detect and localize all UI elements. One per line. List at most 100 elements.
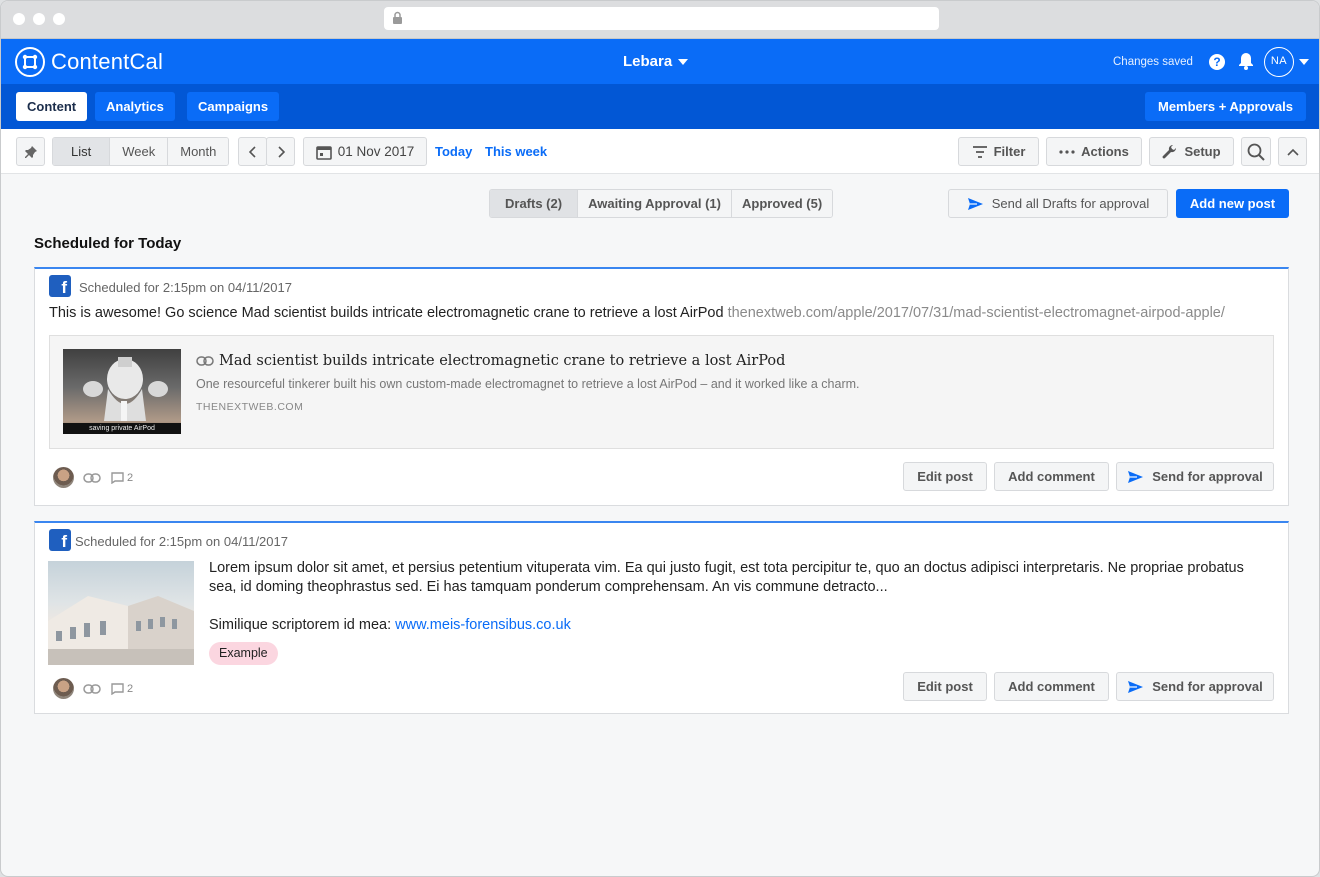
app-header: ContentCal Lebara Changes saved ? NA	[1, 39, 1319, 84]
bell-icon[interactable]	[1238, 52, 1254, 70]
members-approvals-button[interactable]: Members + Approvals	[1145, 92, 1306, 121]
edit-post-button[interactable]: Edit post	[903, 672, 987, 701]
browser-window: ContentCal Lebara Changes saved ? NA Con…	[0, 0, 1320, 877]
date-label: 01 Nov 2017	[337, 144, 415, 159]
comment-count: 2	[127, 472, 134, 484]
status-filter-tabs: Drafts (2) Awaiting Approval (1) Approve…	[489, 189, 834, 218]
save-status: Changes saved	[1113, 56, 1193, 68]
facebook-icon: f	[49, 275, 71, 297]
more-horizontal-icon	[1059, 149, 1075, 154]
view-month[interactable]: Month	[168, 138, 229, 165]
link-preview[interactable]: saving private AirPod Mad scientist buil…	[49, 335, 1274, 449]
window-close-dot[interactable]	[13, 13, 25, 25]
preview-title[interactable]: Mad scientist builds intricate electroma…	[196, 353, 785, 369]
author-avatar[interactable]	[53, 678, 74, 699]
calendar-toolbar: List Week Month 01 Nov 2017 Today This w…	[1, 129, 1319, 174]
setup-button[interactable]: Setup	[1149, 137, 1234, 166]
preview-image-caption: saving private AirPod	[63, 423, 181, 434]
tab-campaigns[interactable]: Campaigns	[187, 92, 280, 121]
send-all-drafts-button[interactable]: Send all Drafts for approval	[948, 189, 1168, 218]
collapse-button[interactable]	[1278, 137, 1307, 166]
chevron-left-icon	[248, 145, 256, 158]
link-icon[interactable]	[83, 473, 101, 483]
address-bar[interactable]	[384, 7, 939, 30]
view-week[interactable]: Week	[110, 138, 169, 165]
comment-icon[interactable]	[111, 472, 124, 484]
tab-content[interactable]: Content	[16, 92, 88, 121]
browser-chrome	[1, 1, 1319, 39]
post-image	[48, 561, 194, 665]
post-text: Lorem ipsum dolor sit amet, et persius p…	[209, 560, 1244, 595]
org-selector[interactable]: Lebara	[623, 53, 689, 70]
add-comment-button[interactable]: Add comment	[994, 672, 1109, 701]
this-week-link[interactable]: This week	[485, 144, 547, 159]
post-url[interactable]: thenextweb.com/apple/2017/07/31/mad-scie…	[728, 305, 1225, 321]
actions-button[interactable]: Actions	[1046, 137, 1142, 166]
preview-domain: THENEXTWEB.COM	[196, 401, 304, 413]
view-switcher: List Week Month	[52, 137, 230, 166]
wrench-icon	[1163, 144, 1177, 158]
lock-icon	[393, 11, 402, 24]
preview-title-text: Mad scientist builds intricate electroma…	[219, 353, 786, 369]
preview-image: saving private AirPod	[63, 349, 181, 434]
pin-icon	[24, 145, 37, 158]
link-icon[interactable]	[83, 684, 101, 694]
pin-button[interactable]	[16, 137, 45, 166]
campaign-tag[interactable]: Example	[209, 642, 278, 665]
post-text-link-line: Similique scriptorem id mea: www.meis-fo…	[209, 616, 571, 635]
main-nav: Content Analytics Campaigns Members + Ap…	[1, 84, 1319, 129]
window-maximize-dot[interactable]	[53, 13, 65, 25]
calendar-icon	[315, 145, 332, 160]
send-all-label: Send all Drafts for approval	[991, 196, 1150, 211]
tab-drafts[interactable]: Drafts (2)	[490, 190, 579, 217]
post-card[interactable]: f Scheduled for 2:15pm on 04/11/2017 Lor…	[34, 521, 1289, 714]
user-avatar[interactable]: NA	[1264, 47, 1294, 77]
add-comment-button[interactable]: Add comment	[994, 462, 1109, 491]
actions-label: Actions	[1081, 144, 1129, 159]
comment-icon[interactable]	[111, 683, 124, 695]
search-button[interactable]	[1241, 137, 1271, 166]
send-icon	[1128, 470, 1144, 483]
post-text-prefix: Similique scriptorem id mea:	[209, 617, 396, 633]
add-new-post-button[interactable]: Add new post	[1176, 189, 1289, 218]
view-list[interactable]: List	[53, 138, 111, 165]
post-text-content: This is awesome! Go science Mad scientis…	[49, 305, 728, 321]
send-icon	[1128, 680, 1144, 693]
user-menu-chevron-icon[interactable]	[1299, 59, 1309, 65]
author-avatar[interactable]	[53, 467, 74, 488]
app-name: ContentCal	[51, 49, 164, 74]
today-link[interactable]: Today	[435, 144, 472, 159]
date-picker[interactable]: 01 Nov 2017	[303, 137, 427, 166]
post-link[interactable]: www.meis-forensibus.co.uk	[395, 617, 571, 633]
setup-label: Setup	[1184, 144, 1221, 159]
window-minimize-dot[interactable]	[33, 13, 45, 25]
app-logo[interactable]: ContentCal	[15, 47, 163, 77]
main-content: Drafts (2) Awaiting Approval (1) Approve…	[1, 174, 1319, 876]
next-button[interactable]	[266, 137, 295, 166]
edit-post-button[interactable]: Edit post	[903, 462, 987, 491]
comment-count: 2	[127, 683, 134, 695]
tab-awaiting-approval[interactable]: Awaiting Approval (1)	[578, 190, 732, 217]
section-title: Scheduled for Today	[34, 235, 182, 252]
prev-button[interactable]	[238, 137, 267, 166]
org-name: Lebara	[623, 53, 673, 70]
filter-icon	[972, 145, 987, 158]
tab-approved[interactable]: Approved (5)	[731, 190, 833, 217]
chevron-down-icon	[678, 58, 689, 65]
send-for-approval-label: Send for approval	[1152, 469, 1263, 484]
post-card[interactable]: f Scheduled for 2:15pm on 04/11/2017 Thi…	[34, 267, 1289, 506]
help-icon[interactable]: ?	[1209, 54, 1225, 70]
send-for-approval-button[interactable]: Send for approval	[1116, 672, 1274, 701]
tab-analytics[interactable]: Analytics	[95, 92, 175, 121]
filter-label: Filter	[993, 144, 1026, 159]
facebook-icon: f	[49, 529, 71, 551]
chevron-right-icon	[277, 145, 285, 158]
post-schedule: Scheduled for 2:15pm on 04/11/2017	[75, 534, 288, 549]
send-for-approval-button[interactable]: Send for approval	[1116, 462, 1274, 491]
preview-description: One resourceful tinkerer built his own c…	[196, 377, 860, 391]
filter-button[interactable]: Filter	[958, 137, 1039, 166]
send-icon	[967, 197, 983, 210]
post-text: This is awesome! Go science Mad scientis…	[49, 304, 1225, 323]
link-icon	[196, 356, 214, 366]
post-schedule: Scheduled for 2:15pm on 04/11/2017	[79, 280, 292, 295]
